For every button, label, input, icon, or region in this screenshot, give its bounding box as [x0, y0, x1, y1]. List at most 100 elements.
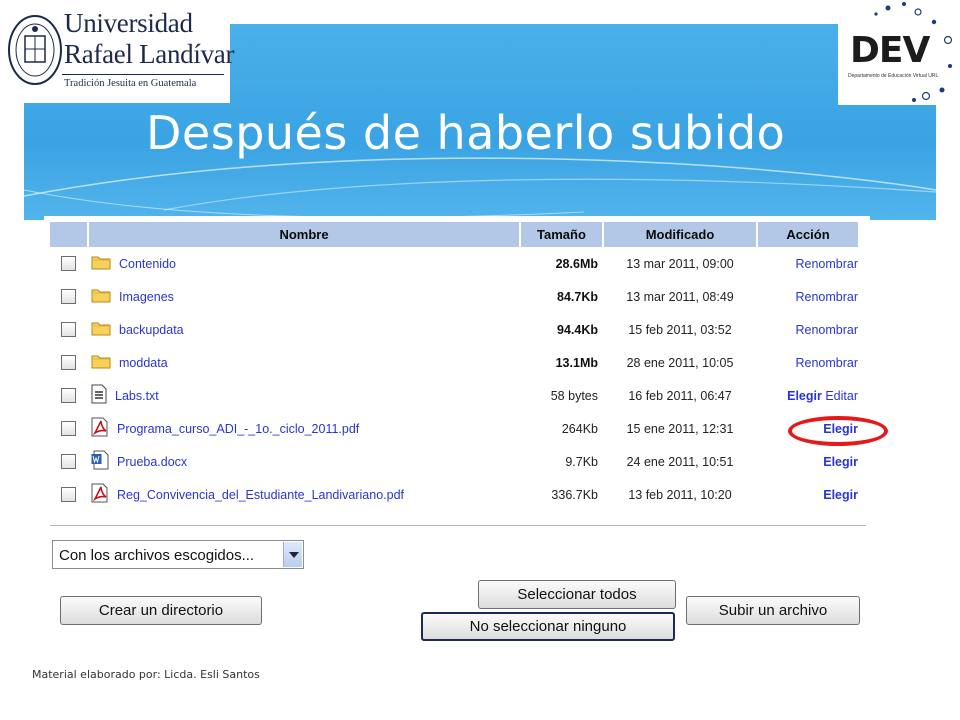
- row-select-cell: [50, 313, 87, 346]
- row-select-cell: [50, 445, 87, 478]
- rename-link[interactable]: Renombrar: [795, 290, 858, 304]
- pdf-file-icon: [91, 417, 109, 440]
- header-name[interactable]: Nombre: [89, 222, 519, 247]
- table-bottom-rule: [50, 525, 866, 526]
- action-cell: Renombrar: [758, 313, 858, 346]
- files-table: Nombre Tamaño Modificado Acción Contenid…: [48, 222, 860, 511]
- table-row: Reg_Convivencia_del_Estudiante_Landivari…: [50, 478, 858, 511]
- word-file-icon: [91, 450, 109, 473]
- logo-divider: [62, 74, 224, 75]
- action-cell: Elegir: [758, 478, 858, 511]
- bulk-action-select-value: Con los archivos escogidos...: [59, 547, 255, 564]
- row-checkbox[interactable]: [61, 421, 76, 437]
- rename-link[interactable]: Renombrar: [795, 356, 858, 370]
- folder-icon: [91, 287, 111, 306]
- file-name-link[interactable]: Imagenes: [119, 290, 174, 304]
- modified-cell: 15 ene 2011, 12:31: [626, 421, 734, 436]
- size-cell: 28.6Mb: [555, 256, 598, 271]
- action-cell: Renombrar: [758, 346, 858, 379]
- rename-link[interactable]: Renombrar: [795, 257, 858, 271]
- modified-cell: 16 feb 2011, 06:47: [628, 388, 732, 403]
- row-select-cell: [50, 379, 87, 412]
- select-all-button[interactable]: Seleccionar todos: [478, 580, 676, 609]
- modified-cell: 13 mar 2011, 08:49: [626, 289, 734, 304]
- file-name-link[interactable]: Programa_curso_ADI_-_1o._ciclo_2011.pdf: [117, 422, 359, 436]
- table-row: moddata 13.1Mb 28 ene 2011, 10:05 Renombrar: [50, 346, 858, 379]
- table-header-row: Nombre Tamaño Modificado Acción: [50, 222, 858, 247]
- header-modified[interactable]: Modificado: [604, 222, 756, 247]
- size-cell: 13.1Mb: [555, 355, 598, 370]
- row-checkbox[interactable]: [61, 355, 76, 371]
- file-name-link[interactable]: moddata: [119, 356, 168, 370]
- action-cell: Renombrar: [758, 247, 858, 280]
- name-cell: Contenido: [89, 247, 519, 280]
- size-cell: 58 bytes: [550, 388, 598, 403]
- name-cell: Reg_Convivencia_del_Estudiante_Landivari…: [89, 478, 519, 511]
- files-table-body: Contenido 28.6Mb 13 mar 2011, 09:00 Renombr…: [50, 247, 858, 511]
- dev-wordmark: DEV: [850, 30, 930, 71]
- dev-logo: DEV Departamento de Educación Virtual UR…: [838, 0, 960, 105]
- university-name-line2: Rafael Landívar: [64, 39, 235, 69]
- row-select-cell: [50, 478, 87, 511]
- row-checkbox[interactable]: [61, 454, 76, 470]
- name-cell: Prueba.docx: [89, 445, 519, 478]
- size-cell: 9.7Kb: [565, 454, 598, 469]
- folder-icon: [91, 254, 111, 273]
- pdf-file-icon: [91, 483, 109, 506]
- file-manager-panel: Nombre Tamaño Modificado Acción Contenid…: [44, 216, 888, 686]
- table-row: Labs.txt 58 bytes 16 feb 2011, 06:47 Elegir…: [50, 379, 858, 412]
- table-row: backupdata 94.4Kb 15 feb 2011, 03:52 Renomb…: [50, 313, 858, 346]
- university-name-line1: Universidad: [64, 8, 193, 38]
- size-cell: 336.7Kb: [551, 487, 598, 502]
- table-row: Contenido 28.6Mb 13 mar 2011, 09:00 Renombr…: [50, 247, 858, 280]
- table-row: Imagenes 84.7Kb 13 mar 2011, 08:49 Renombra…: [50, 280, 858, 313]
- modified-cell: 24 ene 2011, 10:51: [626, 454, 734, 469]
- name-cell: backupdata: [89, 313, 519, 346]
- name-cell: moddata: [89, 346, 519, 379]
- choose-link[interactable]: Elegir: [823, 488, 858, 502]
- file-name-link[interactable]: Reg_Convivencia_del_Estudiante_Landivari…: [117, 488, 404, 502]
- modified-cell: 15 feb 2011, 03:52: [628, 322, 732, 337]
- row-checkbox[interactable]: [61, 289, 76, 305]
- dev-subtitle: Departamento de Educación Virtual URL: [848, 73, 939, 79]
- rename-link[interactable]: Renombrar: [795, 323, 858, 337]
- modified-cell: 13 feb 2011, 10:20: [628, 487, 732, 502]
- select-none-button[interactable]: No seleccionar ninguno: [421, 612, 675, 641]
- upload-file-button[interactable]: Subir un archivo: [686, 596, 860, 625]
- row-select-cell: [50, 247, 87, 280]
- file-name-link[interactable]: Labs.txt: [115, 389, 159, 403]
- text-file-icon: [91, 384, 107, 407]
- create-directory-button[interactable]: Crear un directorio: [60, 596, 262, 625]
- university-seal-icon: [8, 15, 62, 85]
- file-name-link[interactable]: Prueba.docx: [117, 455, 187, 469]
- header-size[interactable]: Tamaño: [521, 222, 602, 247]
- header-select: [50, 222, 87, 247]
- slide-title: Después de haberlo subido: [146, 106, 786, 160]
- file-name-link[interactable]: backupdata: [119, 323, 184, 337]
- bulk-action-select[interactable]: Con los archivos escogidos...: [52, 540, 304, 569]
- action-cell: Elegir: [758, 445, 858, 478]
- name-cell: Programa_curso_ADI_-_1o._ciclo_2011.pdf: [89, 412, 519, 445]
- modified-cell: 13 mar 2011, 09:00: [626, 256, 734, 271]
- table-row: Prueba.docx 9.7Kb 24 ene 2011, 10:51 Elegir: [50, 445, 858, 478]
- modified-cell: 28 ene 2011, 10:05: [626, 355, 734, 370]
- size-cell: 84.7Kb: [557, 289, 598, 304]
- row-checkbox[interactable]: [61, 487, 76, 503]
- action-cell: Elegir Editar: [758, 379, 858, 412]
- folder-icon: [91, 353, 111, 372]
- university-tagline: Tradición Jesuita en Guatemala: [64, 78, 197, 89]
- action-cell: Renombrar: [758, 280, 858, 313]
- row-select-cell: [50, 412, 87, 445]
- name-cell: Imagenes: [89, 280, 519, 313]
- row-checkbox[interactable]: [61, 322, 76, 338]
- row-checkbox[interactable]: [61, 388, 76, 404]
- choose-link[interactable]: Elegir: [823, 455, 858, 469]
- edit-link[interactable]: Editar: [825, 389, 858, 403]
- row-select-cell: [50, 346, 87, 379]
- choose-link[interactable]: Elegir: [787, 389, 822, 403]
- file-name-link[interactable]: Contenido: [119, 257, 176, 271]
- folder-icon: [91, 320, 111, 339]
- row-checkbox[interactable]: [61, 256, 76, 272]
- chevron-down-icon[interactable]: [283, 542, 302, 567]
- table-row: Programa_curso_ADI_-_1o._ciclo_2011.pdf 2…: [50, 412, 858, 445]
